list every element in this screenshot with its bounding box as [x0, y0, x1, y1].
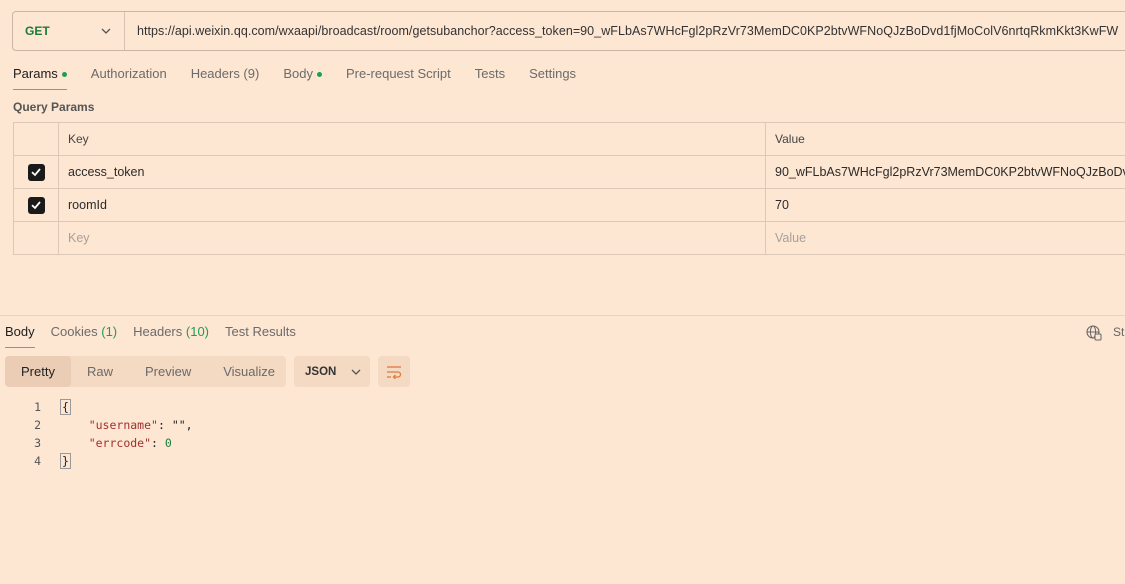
tab-label: Settings [529, 66, 577, 81]
checkmark-icon [31, 168, 41, 177]
checkmark-icon [31, 201, 41, 210]
tab-pre-request-script[interactable]: Pre-request Script [346, 66, 451, 90]
tab-body[interactable]: Body [283, 66, 322, 90]
table-row: access_token 90_wFLbAs7WHcFgl2pRzVr73Mem… [13, 156, 1125, 189]
tab-tests[interactable]: Tests [475, 66, 505, 90]
tab-label: Test Results [225, 324, 296, 339]
json-key: "username" [88, 418, 158, 432]
url-input[interactable]: https://api.weixin.qq.com/wxaapi/broadca… [125, 24, 1118, 38]
tab-authorization[interactable]: Authorization [91, 66, 167, 90]
row-checkbox[interactable] [27, 163, 45, 181]
line-number: 3 [34, 436, 41, 450]
code-line: 4 } [0, 452, 400, 470]
method-select[interactable]: GET [13, 12, 125, 50]
url-bar: GET https://api.weixin.qq.com/wxaapi/bro… [12, 11, 1125, 51]
tab-label: Headers [133, 324, 183, 339]
response-code-editor[interactable]: 1 { 2 "username": "", 3 "errcode": 0 4 } [0, 398, 400, 470]
chevron-down-icon [101, 28, 111, 34]
tab-count: (1) [101, 324, 118, 339]
view-mode-pretty[interactable]: Pretty [5, 356, 71, 387]
view-mode-selector: Pretty Raw Preview Visualize [5, 356, 286, 387]
column-header-key: Key [59, 123, 766, 155]
tab-label: Headers (9) [190, 66, 260, 81]
line-number: 1 [34, 400, 41, 414]
table-row-empty: Key Value [13, 222, 1125, 255]
response-tab-cookies[interactable]: Cookies (1) [51, 324, 117, 348]
response-tabs: Body Cookies (1) Headers (10) Test Resul… [5, 324, 312, 348]
wrap-lines-button[interactable] [378, 356, 410, 387]
format-label: JSON [305, 365, 337, 378]
code-line: 1 { [0, 398, 400, 416]
tab-params[interactable]: Params [13, 66, 67, 90]
tab-label: Cookies [50, 324, 98, 339]
tab-label: Body [283, 66, 313, 81]
query-params-heading: Query Params [13, 100, 95, 114]
code-line: 3 "errcode": 0 [0, 434, 400, 452]
json-key: "errcode" [88, 436, 152, 450]
view-mode-raw[interactable]: Raw [71, 356, 129, 387]
param-key[interactable]: roomId [59, 189, 766, 221]
new-value-input[interactable]: Value [766, 222, 1125, 254]
view-mode-preview[interactable]: Preview [129, 356, 207, 387]
json-sep: : [151, 436, 165, 450]
status-label: St [1113, 325, 1125, 339]
tab-settings[interactable]: Settings [529, 66, 576, 90]
view-mode-visualize[interactable]: Visualize [207, 356, 291, 387]
response-tab-test-results[interactable]: Test Results [225, 324, 296, 348]
row-checkbox[interactable] [27, 196, 45, 214]
tab-label: Body [5, 324, 35, 339]
pane-divider[interactable] [0, 315, 1125, 316]
json-value: 0 [164, 436, 172, 450]
check-cell [13, 156, 59, 188]
code-brace: } [60, 453, 71, 469]
chevron-down-icon [351, 369, 361, 375]
tab-label: Authorization [90, 66, 167, 81]
tab-label: Pre-request Script [345, 66, 451, 81]
method-label: GET [25, 24, 50, 38]
check-cell [13, 222, 59, 254]
response-tab-body[interactable]: Body [5, 324, 35, 348]
tab-count: (10) [185, 324, 210, 339]
tab-headers[interactable]: Headers (9) [191, 66, 260, 90]
json-value: "", [171, 418, 193, 432]
tab-label: Params [13, 66, 58, 81]
active-dot-icon [316, 72, 322, 77]
line-number: 4 [34, 454, 41, 468]
param-key[interactable]: access_token [59, 156, 766, 188]
globe-icon[interactable] [1086, 325, 1102, 341]
code-line: 2 "username": "", [0, 416, 400, 434]
code-brace: { [60, 399, 71, 415]
header-check-cell [13, 123, 59, 155]
new-key-input[interactable]: Key [59, 222, 766, 254]
line-number: 2 [34, 418, 41, 432]
tab-label: Tests [474, 66, 506, 81]
check-cell [13, 189, 59, 221]
response-tab-headers[interactable]: Headers (10) [133, 324, 209, 348]
param-value[interactable]: 90_wFLbAs7WHcFgl2pRzVr73MemDC0KP2btvWFNo… [766, 156, 1125, 188]
json-sep: : [157, 418, 172, 432]
table-row: roomId 70 [13, 189, 1125, 222]
params-table: Key Value access_token 90_wFLbAs7WHcFgl2… [13, 122, 1125, 255]
table-header-row: Key Value [13, 123, 1125, 156]
wrap-lines-icon [387, 365, 402, 379]
active-dot-icon [61, 72, 67, 77]
request-tabs: Params Authorization Headers (9) Body Pr… [13, 66, 600, 90]
format-select[interactable]: JSON [294, 356, 370, 387]
param-value[interactable]: 70 [766, 189, 1125, 221]
column-header-value: Value [775, 132, 805, 146]
